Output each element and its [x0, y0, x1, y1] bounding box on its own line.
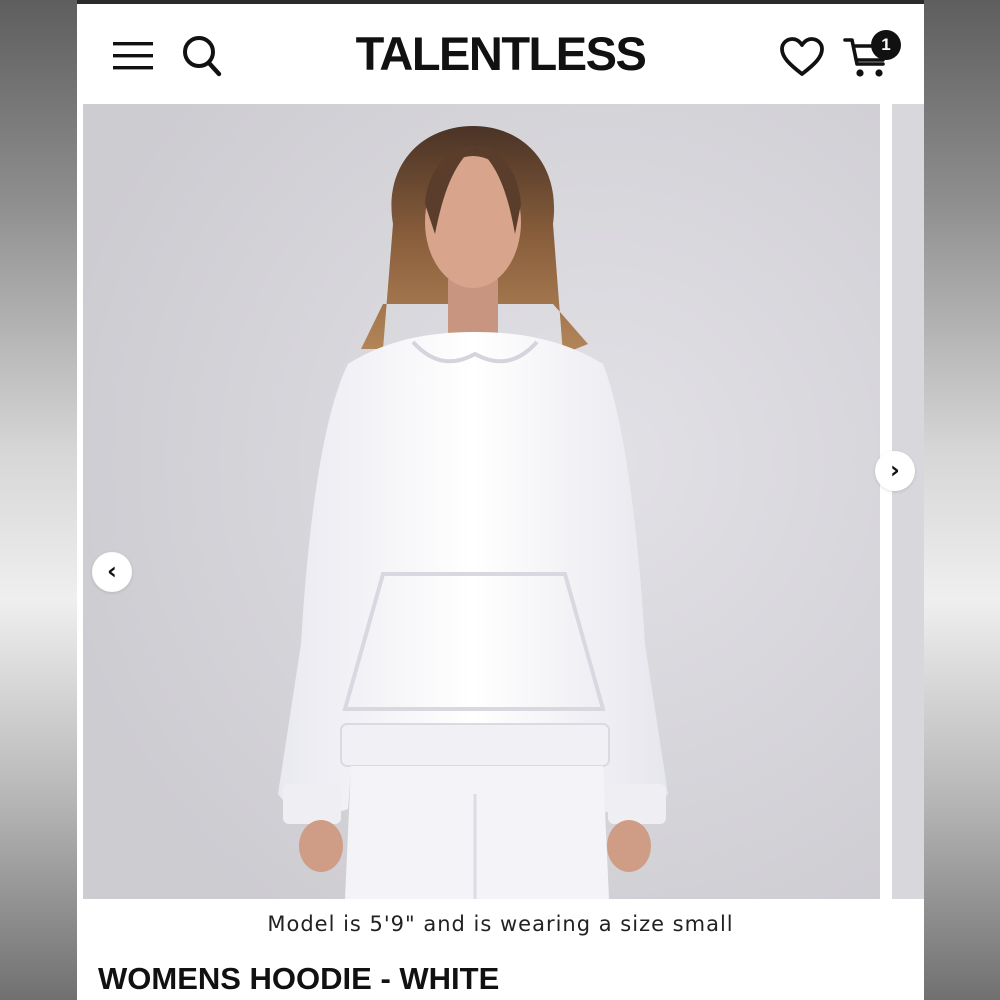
cart-button[interactable]: 1 — [843, 30, 905, 82]
blurred-side-background-right — [924, 0, 1000, 1000]
gallery-divider — [880, 104, 892, 899]
cart-count-badge: 1 — [871, 30, 901, 60]
blurred-side-background-left — [0, 0, 77, 1000]
gallery-next-button[interactable]: › — [875, 451, 915, 491]
chevron-right-icon: › — [890, 455, 900, 484]
heart-icon[interactable] — [779, 36, 825, 78]
chevron-left-icon: ‹ — [107, 556, 117, 585]
product-title: WOMENS HOODIE - WHITE — [98, 961, 500, 996]
next-image-peek[interactable] — [892, 104, 924, 899]
model-size-caption: Model is 5'9" and is wearing a size smal… — [267, 912, 734, 936]
site-header: TALENTLESS 1 — [77, 4, 924, 102]
mobile-page: TALENTLESS 1 ‹ › Model is 5'9" and is we… — [77, 0, 924, 1000]
product-photo — [83, 104, 880, 899]
gallery-prev-button[interactable]: ‹ — [92, 552, 132, 592]
product-image-gallery[interactable]: ‹ — [83, 104, 880, 899]
